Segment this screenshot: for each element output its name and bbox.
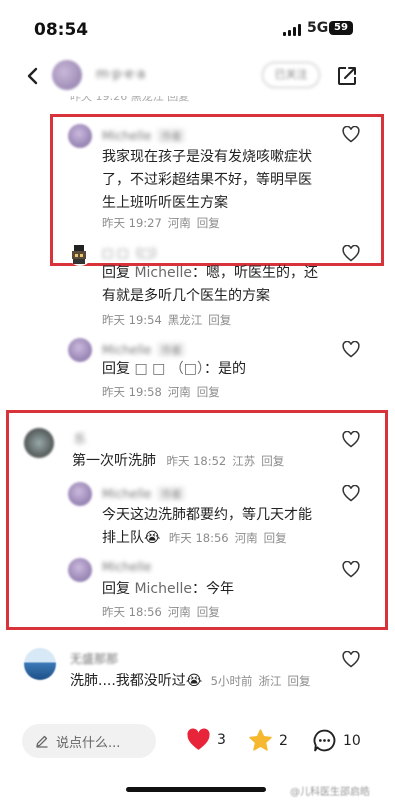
comment-text: 第一次听洗肺 昨天 18:52 江苏 回复 (72, 450, 362, 473)
watermark: @儿科医生邵启皓 (290, 787, 370, 798)
comment-location: 黑龙江 (167, 313, 203, 327)
share-icon[interactable] (336, 65, 358, 87)
heart-icon[interactable] (342, 126, 360, 143)
comment-meta: 昨天 18:52 江苏 回复 (166, 454, 290, 468)
pencil-icon (36, 735, 48, 748)
signal-icon (283, 24, 301, 36)
comment-username[interactable]: 乐 (74, 430, 86, 447)
reply-button[interactable]: 回复 (264, 531, 287, 545)
author-avatar[interactable] (52, 60, 82, 90)
star-icon (249, 729, 272, 751)
comment-text: 我家现在孩子是没有发烧咳嗽症状了，不过彩超结果不好，等明早医生上班听听医生方案 (102, 149, 312, 211)
comment-time: 昨天 18:52 (166, 454, 227, 468)
like-count: 3 (217, 731, 226, 748)
avatar[interactable] (68, 482, 92, 506)
heart-icon[interactable] (342, 651, 360, 668)
comment-location: 河南 (234, 531, 258, 545)
comment-username[interactable]: Michelle 作者 (102, 486, 186, 501)
comment-text: 回复 Michelle：嗯，听医生的，还有就是多听几个医生的方案 (102, 265, 318, 304)
follow-button[interactable]: 已关注 (262, 62, 320, 88)
heart-icon[interactable] (342, 485, 360, 502)
home-indicator[interactable] (126, 787, 266, 792)
comment-time: 5小时前 (210, 674, 253, 688)
comment-time: 昨天 18:56 (168, 531, 229, 545)
avatar[interactable] (68, 338, 92, 362)
crying-emoji-icon: 😭 (144, 530, 161, 546)
comment-icon (313, 729, 336, 752)
reply-button[interactable]: 回复 (197, 605, 220, 619)
comment-location: 河南 (167, 216, 191, 230)
comment-username[interactable]: Michelle (102, 560, 151, 574)
avatar[interactable] (68, 124, 92, 148)
comment-time: 昨天 19:54 (102, 313, 162, 327)
comment-count: 10 (343, 732, 361, 749)
heart-icon[interactable] (342, 431, 360, 448)
mention[interactable]: Michelle (134, 581, 192, 597)
heart-filled-icon (187, 728, 210, 750)
avatar[interactable] (68, 242, 92, 266)
reply-button[interactable]: 回复 (208, 313, 231, 327)
comment-username[interactable]: 无盛那那 (70, 650, 118, 667)
comment-input[interactable]: 说点什么... (22, 724, 156, 758)
comment-time: 昨天 19:27 (102, 216, 162, 230)
comment-location: 河南 (167, 605, 191, 619)
author-badge: 作者 (157, 342, 186, 357)
battery-icon: 59 (329, 21, 353, 35)
comment-username[interactable]: Michelle 作者 (102, 342, 186, 357)
back-icon[interactable] (26, 67, 38, 85)
reply-button[interactable]: 回复 (197, 385, 220, 399)
author-badge: 作者 (157, 128, 186, 143)
network-label: 5G (307, 20, 329, 36)
mention[interactable]: Michelle (134, 265, 192, 281)
comment-input-placeholder: 说点什么... (56, 736, 121, 751)
reply-prefix: 回复 (102, 361, 130, 377)
comment-time: 昨天 19:58 (102, 385, 162, 399)
comment-meta: 5小时前 浙江 回复 (211, 674, 317, 688)
reply-prefix: 回复 (102, 265, 130, 281)
heart-icon[interactable] (342, 341, 360, 358)
avatar[interactable] (68, 558, 92, 582)
comment-username[interactable]: □ □（□） (102, 244, 164, 261)
status-bar: 08:54 5G 59 (0, 0, 395, 56)
author-badge: 作者 (157, 486, 186, 501)
comment-text: 回复 Michelle：今年 (102, 581, 234, 597)
comment-button[interactable]: 10 (312, 728, 361, 753)
status-time: 08:54 (34, 20, 89, 40)
heart-icon[interactable] (342, 245, 360, 262)
comment-meta: 昨天 19:54 黑龙江 回复 (102, 312, 237, 328)
mention[interactable]: □ □ （□） (134, 361, 204, 377)
comment-time: 昨天 18:56 (102, 605, 162, 619)
collect-button[interactable]: 2 (248, 728, 288, 753)
comment-username[interactable]: Michelle 作者 (102, 128, 186, 143)
comment-meta: 昨天 18:56 河南 回复 (169, 531, 293, 545)
reply-button[interactable]: 回复 (261, 454, 284, 468)
bottom-action-bar: 说点什么... 3 2 10 (0, 712, 395, 772)
heart-icon[interactable] (342, 561, 360, 578)
avatar[interactable] (24, 648, 56, 680)
comment-text: 回复 □ □ （□）：是的 (102, 361, 247, 377)
comment-location: 浙江 (258, 674, 282, 688)
comment-location: 河南 (167, 385, 191, 399)
comment-text: 今天这边洗肺都要约，等几天才能排上队😭 昨天 18:56 河南 回复 (102, 507, 312, 546)
pixel-avatar-icon (72, 245, 86, 264)
like-button[interactable]: 3 (186, 728, 226, 751)
comment-meta: 昨天 19:58 河南 回复 (102, 384, 226, 400)
reply-button[interactable]: 回复 (287, 674, 310, 688)
reply-button[interactable]: 回复 (197, 216, 220, 230)
comment-meta: 昨天 18:56 河南 回复 (102, 604, 226, 620)
top-nav: m·p·e·a 已关注 (0, 56, 395, 98)
comment-meta: 昨天 19:27 河南 回复 (102, 215, 226, 231)
collect-count: 2 (279, 732, 288, 749)
comment-text: 洗肺....我都没听过😭 5小时前 浙江 回复 (70, 670, 360, 693)
reply-prefix: 回复 (102, 581, 130, 597)
avatar[interactable] (24, 428, 54, 458)
author-name[interactable]: m·p·e·a (96, 67, 145, 82)
comment-location: 江苏 (232, 454, 256, 468)
cutoff-comment-meta: 昨天 19:26 黑龙江 回复 (70, 96, 190, 103)
crying-emoji-icon: 😭 (185, 673, 203, 689)
